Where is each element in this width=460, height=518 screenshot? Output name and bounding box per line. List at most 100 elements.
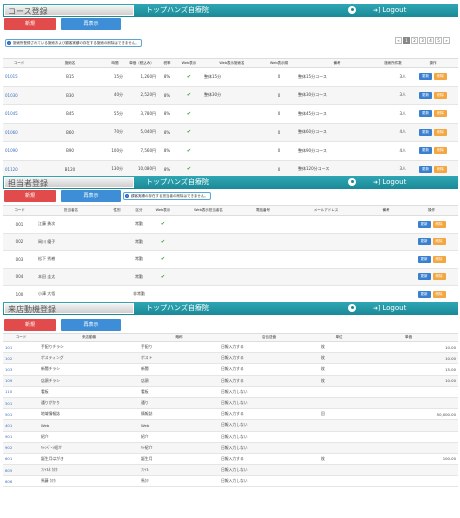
table-row[interactable]: 606 馬藤 ｶｸｶ 馬ｶｸ 日報入力しない: [3, 475, 458, 488]
column-header[interactable]: コード: [3, 333, 39, 342]
page-button[interactable]: »: [443, 37, 450, 44]
table-row[interactable]: 103 新聞チラシ 新聞 日報入力する枚 15.00: [3, 363, 458, 376]
edit-button[interactable]: 更新: [419, 73, 432, 81]
delete-button[interactable]: 削除: [434, 165, 447, 173]
table-row[interactable]: 01090 B90 100分 7,560円 8% ✔ 0 整体90分コース 4人 更新 削除: [3, 141, 458, 161]
column-header[interactable]: 操作: [405, 205, 458, 216]
row-actions: 更新 削除: [408, 67, 458, 87]
reason-code: 102: [3, 352, 39, 365]
column-header[interactable]: メールアドレス: [285, 205, 367, 216]
table-row[interactable]: 102 ポスティング ポスト 日報入力する枚 10.00: [3, 352, 458, 365]
column-header[interactable]: Web表示担当者名: [176, 205, 241, 216]
new-button[interactable]: 新規: [4, 18, 56, 30]
delete-button[interactable]: 削除: [432, 220, 446, 228]
table-row[interactable]: 004 本田 圭太 常勤 ✔ 更新 削除: [3, 268, 458, 286]
page-button[interactable]: 3: [419, 37, 426, 44]
delete-button[interactable]: 削除: [434, 91, 447, 99]
table-row[interactable]: 01015 B15 15分 1,260円 8% ✔ 整体15分 0 整体15分コース 3人 更新 削除: [3, 67, 458, 87]
column-header[interactable]: Web表示: [176, 58, 202, 68]
page-button[interactable]: 4: [427, 37, 434, 44]
edit-button[interactable]: 更新: [419, 110, 432, 118]
delete-button[interactable]: 削除: [434, 128, 447, 136]
column-header[interactable]: 来店動機: [39, 333, 139, 342]
new-button[interactable]: 新規: [4, 190, 56, 202]
reason-code: 401: [3, 419, 39, 432]
page-button[interactable]: 5: [435, 37, 442, 44]
check-icon: ✔: [186, 92, 192, 99]
course-time: 70分: [105, 123, 125, 142]
column-header[interactable]: 施術所件数: [378, 58, 408, 68]
column-header[interactable]: 税率: [158, 58, 176, 68]
logout-link[interactable]: ➜] Logout: [373, 303, 406, 314]
delete-button[interactable]: 削除: [434, 73, 447, 81]
table-row[interactable]: 001 江藤 勇次 常勤 ✔ 更新 削除: [3, 215, 458, 234]
column-header[interactable]: Web表示順: [262, 58, 296, 68]
email: [285, 215, 367, 234]
user-icon[interactable]: [348, 6, 356, 14]
new-button[interactable]: 新規: [4, 319, 56, 331]
column-header[interactable]: コード: [3, 58, 35, 68]
web-staff-name: [176, 268, 241, 286]
column-header[interactable]: 区分: [128, 205, 150, 216]
column-header[interactable]: 担当者名: [36, 205, 106, 216]
table-row[interactable]: 110 看板 看板 日報入力しない: [3, 386, 458, 398]
table-row[interactable]: 902 ｷｬﾝﾍﾟｰﾝ紹介 ｷｬ紹介 日報入力しない: [3, 442, 458, 454]
column-header[interactable]: 電話番号: [241, 205, 285, 216]
table-row[interactable]: 401 Web Web 日報入力しない: [3, 419, 458, 432]
delete-button[interactable]: 削除: [432, 255, 446, 263]
edit-button[interactable]: 更新: [417, 238, 431, 246]
redisplay-button[interactable]: 再表示: [61, 190, 121, 202]
column-header[interactable]: 施術名: [35, 58, 105, 68]
delete-button[interactable]: 削除: [432, 290, 446, 298]
edit-button[interactable]: 更新: [419, 91, 432, 99]
edit-button[interactable]: 更新: [417, 273, 431, 281]
user-icon[interactable]: [348, 304, 356, 312]
table-row[interactable]: 101 手配りチラシ 手配り 日報入力する枚 10.00: [3, 341, 458, 354]
table-row[interactable]: 100 小澤 大悟 非常勤 更新 削除: [3, 285, 458, 302]
column-header[interactable]: Web表示: [150, 205, 176, 216]
table-row[interactable]: 501 地域情報誌 情報誌 日報入力する回 50,000.00: [3, 408, 458, 421]
column-header[interactable]: 備考: [367, 205, 405, 216]
table-row[interactable]: 109 店頭チラシ 店頭 日報入力する枚 10.00: [3, 375, 458, 387]
table-row[interactable]: 01030 B30 40分 2,520円 8% ✔ 整体30分 0 整体30分コース 3人 更新 削除: [3, 86, 458, 105]
logout-link[interactable]: ➜] Logout: [373, 5, 406, 16]
column-header[interactable]: 単価（税込み）: [125, 58, 158, 68]
reason-table: コード 来店動機 略称 店伝送値 単位 単価 101 手配りチラシ 手配り 日報入力する枚 10.…: [3, 333, 458, 488]
column-header[interactable]: 略称: [139, 333, 219, 342]
column-header[interactable]: 性別: [106, 205, 128, 216]
edit-button[interactable]: 更新: [417, 220, 431, 228]
table-row[interactable]: 601 誕生月はがき 誕生月 日報入力する枚 100.00: [3, 453, 458, 466]
logout-link[interactable]: ➜] Logout: [373, 177, 406, 188]
table-row[interactable]: 01045 B45 55分 3,780円 8% ✔ 0 整体45分コース 3人 更新 削除: [3, 104, 458, 124]
table-row[interactable]: 01060 B60 70分 5,040円 8% ✔ 0 整体60分コース 4人 更新 削除: [3, 123, 458, 142]
redisplay-button[interactable]: 再表示: [61, 18, 121, 30]
edit-button[interactable]: 更新: [417, 255, 431, 263]
delete-button[interactable]: 削除: [434, 147, 447, 155]
table-row[interactable]: 002 岡川 優子 常勤 ✔ 更新 削除: [3, 233, 458, 251]
edit-button[interactable]: 更新: [419, 147, 432, 155]
table-row[interactable]: 605 ﾌｧｲﾙﾈ ｶｸｶ ﾌｧｲﾙ 日報入力しない: [3, 464, 458, 477]
page-button[interactable]: 1: [403, 37, 410, 44]
redisplay-button[interactable]: 再表示: [61, 319, 121, 331]
column-header[interactable]: 備考: [296, 58, 378, 68]
column-header[interactable]: 操作: [408, 58, 458, 68]
column-header[interactable]: 時間: [105, 58, 125, 68]
column-header[interactable]: 店伝送値: [219, 333, 319, 342]
table-row[interactable]: 901 紹介 紹介 日報入力しない: [3, 431, 458, 443]
column-header[interactable]: 単位: [319, 333, 359, 342]
table-row[interactable]: 301 通りがかり 通り 日報入力しない: [3, 397, 458, 410]
page-button[interactable]: «: [395, 37, 402, 44]
edit-button[interactable]: 更新: [419, 128, 432, 136]
delete-button[interactable]: 削除: [432, 273, 446, 281]
delete-button[interactable]: 削除: [434, 110, 447, 118]
page-button[interactable]: 2: [411, 37, 418, 44]
edit-button[interactable]: 更新: [419, 165, 432, 173]
user-icon[interactable]: [348, 178, 356, 186]
table-row[interactable]: 003 松下 秀樹 常勤 ✔ 更新 削除: [3, 250, 458, 269]
column-header[interactable]: コード: [3, 205, 36, 216]
reason-name: ポスティング: [39, 352, 139, 365]
column-header[interactable]: Web表示施術名: [202, 58, 262, 68]
column-header[interactable]: 単価: [359, 333, 458, 342]
edit-button[interactable]: 更新: [417, 290, 431, 298]
delete-button[interactable]: 削除: [432, 238, 446, 246]
